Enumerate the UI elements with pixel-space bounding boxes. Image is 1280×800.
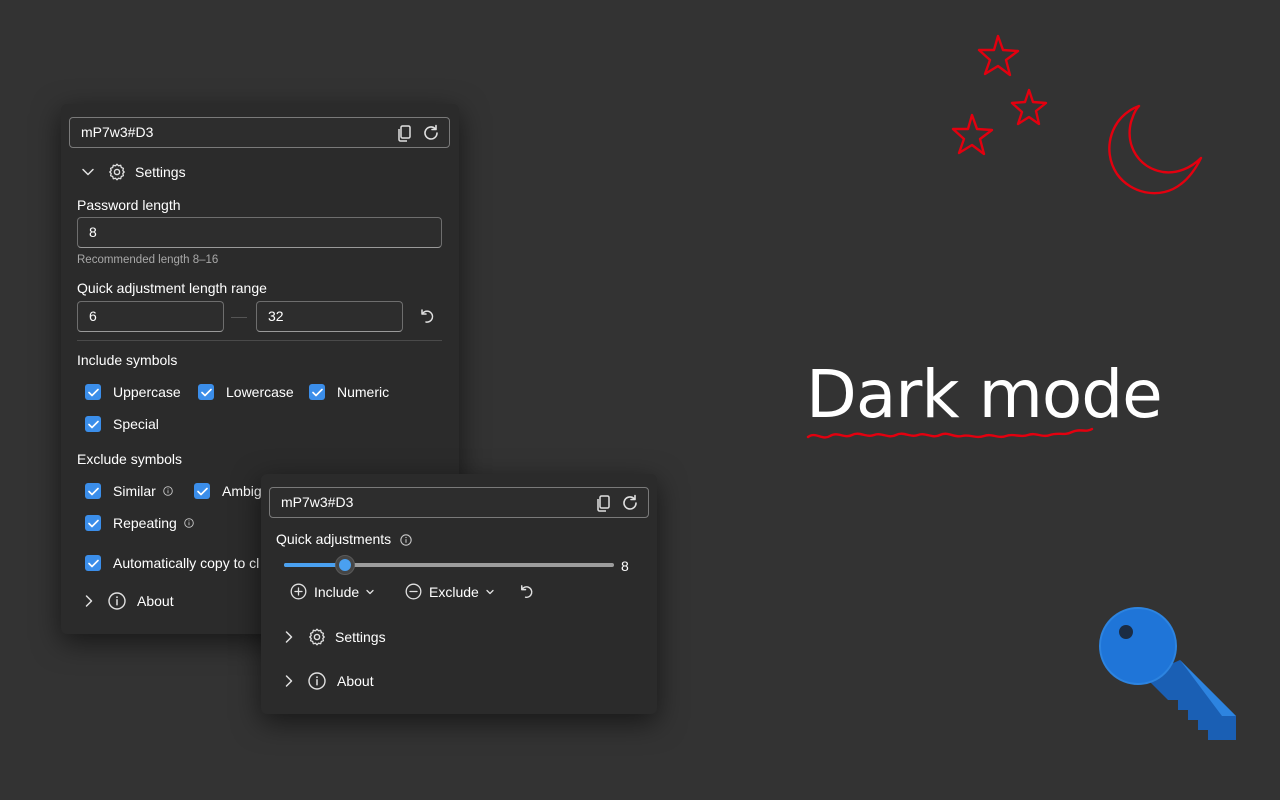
undo-icon[interactable] <box>517 582 536 606</box>
hero-heading: Dark mode <box>806 356 1163 433</box>
checkbox-box <box>85 515 101 531</box>
section-divider <box>77 340 442 341</box>
moon-icon <box>1108 104 1203 195</box>
range-separator <box>231 317 247 318</box>
chevron-right-icon <box>85 595 93 607</box>
quick-range-label: Quick adjustment length range <box>77 280 267 296</box>
popup-settings-expander[interactable]: Settings <box>282 627 386 647</box>
info-icon <box>108 592 126 610</box>
checkbox-numeric[interactable]: Numeric <box>309 384 389 400</box>
checkbox-lowercase[interactable]: Lowercase <box>198 384 294 400</box>
quick-popup-panel: mP7w3#D3 Quick adjustments 8 Include Exc… <box>261 474 657 714</box>
settings-label: Settings <box>135 164 186 180</box>
checkbox-auto-copy[interactable]: Automatically copy to cl <box>85 555 259 571</box>
gear-icon <box>109 163 125 181</box>
copy-icon[interactable] <box>594 493 614 513</box>
quick-adjustments-label: Quick adjustments <box>276 531 412 547</box>
star-icon <box>1010 88 1048 126</box>
checkbox-box <box>85 483 101 499</box>
key-icon <box>1099 607 1236 740</box>
checkbox-label: Automatically copy to cl <box>113 555 260 571</box>
include-dropdown-button[interactable]: Include <box>290 583 375 600</box>
password-output-text: mP7w3#D3 <box>81 124 154 140</box>
checkbox-box <box>309 384 325 400</box>
checkbox-label: Ambig <box>222 483 262 499</box>
popup-password-output-field[interactable]: mP7w3#D3 <box>269 487 649 518</box>
checkbox-label: Uppercase <box>113 384 181 400</box>
info-icon[interactable] <box>163 486 173 496</box>
checkbox-label: Repeating <box>113 515 177 531</box>
about-label: About <box>137 593 174 609</box>
refresh-icon[interactable] <box>421 123 441 143</box>
checkbox-box <box>85 555 101 571</box>
quick-adjustments-text: Quick adjustments <box>276 531 392 547</box>
plus-circle-icon <box>290 583 307 600</box>
star-icon <box>951 113 994 156</box>
star-icon <box>977 34 1020 77</box>
exclude-symbols-label: Exclude symbols <box>77 451 183 467</box>
info-icon[interactable] <box>400 534 412 546</box>
chevron-down-icon <box>366 589 374 594</box>
info-icon[interactable] <box>184 518 194 528</box>
checkbox-uppercase[interactable]: Uppercase <box>85 384 181 400</box>
night-doodle <box>951 34 1203 195</box>
chevron-down-icon <box>82 168 94 176</box>
popup-about-expander[interactable]: About <box>282 671 374 691</box>
exclude-dropdown-button[interactable]: Exclude <box>405 583 495 600</box>
copy-icon[interactable] <box>395 123 415 143</box>
password-length-hint: Recommended length 8–16 <box>77 254 219 266</box>
chevron-right-icon <box>285 631 293 643</box>
settings-expander[interactable]: Settings <box>81 162 186 182</box>
checkbox-box <box>85 384 101 400</box>
checkbox-label: Numeric <box>337 384 390 400</box>
chevron-down-icon <box>486 589 494 594</box>
password-output-field[interactable]: mP7w3#D3 <box>69 117 450 148</box>
slider-value: 8 <box>621 558 629 574</box>
password-length-input[interactable]: 8 <box>77 217 442 248</box>
checkbox-label: Lowercase <box>226 384 294 400</box>
undo-icon[interactable] <box>417 306 437 331</box>
popup-password-text: mP7w3#D3 <box>281 494 354 510</box>
gear-icon <box>309 628 325 646</box>
checkbox-ambiguous[interactable]: Ambig <box>194 483 262 499</box>
popup-settings-label: Settings <box>335 629 386 645</box>
checkbox-box <box>85 416 101 432</box>
include-symbols-label: Include symbols <box>77 352 178 368</box>
minus-circle-icon <box>405 583 422 600</box>
include-button-label: Include <box>314 583 360 600</box>
length-slider[interactable] <box>284 554 614 576</box>
chevron-right-icon <box>285 675 293 687</box>
checkbox-special[interactable]: Special <box>85 416 159 432</box>
checkbox-label: Special <box>113 416 159 432</box>
range-min-input[interactable]: 6 <box>77 301 224 332</box>
slider-thumb[interactable] <box>335 555 355 575</box>
checkbox-label: Similar <box>113 483 156 499</box>
checkbox-similar[interactable]: Similar <box>85 483 173 499</box>
password-length-label: Password length <box>77 197 181 213</box>
checkbox-box <box>198 384 214 400</box>
checkbox-repeating[interactable]: Repeating <box>85 515 194 531</box>
about-expander[interactable]: About <box>82 591 174 611</box>
popup-about-label: About <box>337 673 374 689</box>
range-max-input[interactable]: 32 <box>256 301 403 332</box>
info-icon <box>308 672 326 690</box>
refresh-icon[interactable] <box>620 493 640 513</box>
hero-squiggle-underline <box>806 427 1094 439</box>
exclude-button-label: Exclude <box>429 583 479 600</box>
checkbox-box <box>194 483 210 499</box>
